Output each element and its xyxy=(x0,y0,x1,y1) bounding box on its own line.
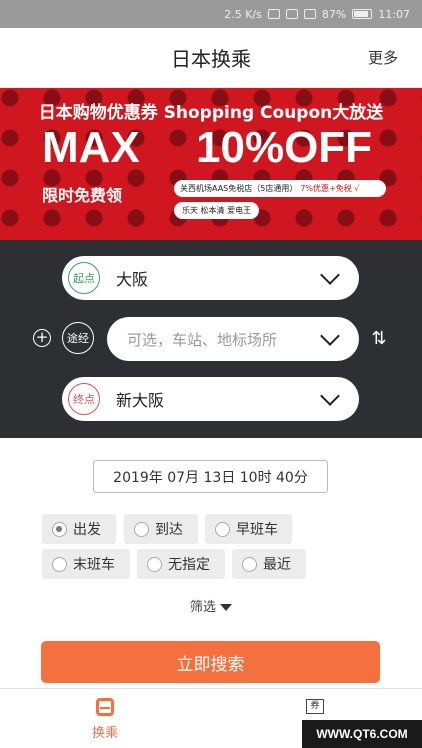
chevron-down-icon[interactable] xyxy=(320,386,340,406)
radio-icon xyxy=(52,521,67,537)
banner-store-pill: 关西机场AAS免税店（5店通用） 7%优惠+免税 √ xyxy=(174,180,386,197)
option-unspecified[interactable]: 无指定 xyxy=(137,549,225,579)
triangle-down-icon xyxy=(220,604,232,611)
option-label: 早班车 xyxy=(236,522,278,538)
to-station-value: 新大阪 xyxy=(116,391,165,410)
chevron-down-icon[interactable] xyxy=(320,326,340,346)
banner-shops: 乐天 松本清 爱电王 xyxy=(174,202,260,219)
app-header: 日本换乘 更多 xyxy=(0,28,422,88)
wifi-icon xyxy=(285,9,298,19)
option-first-train[interactable]: 早班车 xyxy=(205,514,292,544)
via-station-field[interactable]: 可选，车站、地标场所 xyxy=(107,317,359,361)
banner-limited: 限时免费领 xyxy=(42,186,123,205)
option-label: 到达 xyxy=(155,522,183,538)
chevron-down-icon[interactable] xyxy=(320,265,340,285)
option-label: 最近 xyxy=(263,557,291,573)
watermark: WWW.QT6.COM xyxy=(302,720,422,748)
battery-percent: 87% xyxy=(321,7,347,21)
option-arrive[interactable]: 到达 xyxy=(124,514,198,544)
more-button[interactable]: 更多 xyxy=(368,47,398,68)
option-nearest[interactable]: 最近 xyxy=(232,549,306,579)
clock: 11:07 xyxy=(378,7,410,21)
to-station-field[interactable]: 终点 新大阪 xyxy=(62,377,359,421)
banner-store-offer: 7%优惠+免税 √ xyxy=(300,184,360,193)
filter-toggle[interactable]: 筛选 xyxy=(0,596,422,615)
page-title: 日本换乘 xyxy=(171,47,251,71)
banner-store-line: 关西机场AAS免税店（5店通用） xyxy=(180,184,298,193)
nav-transfer-label: 换乘 xyxy=(91,725,118,741)
network-speed: 2.5 K/s xyxy=(224,7,262,21)
datetime-picker[interactable]: 2019年 07月 13日 10时 40分 xyxy=(93,460,328,493)
radio-icon xyxy=(147,556,162,572)
via-station-placeholder: 可选，车站、地标场所 xyxy=(127,330,278,349)
swap-icon[interactable]: ⇅ xyxy=(370,328,388,350)
option-label: 出发 xyxy=(73,522,101,538)
banner-discount: 10%OFF xyxy=(196,123,373,172)
search-button[interactable]: 立即搜索 xyxy=(41,641,380,683)
coupon-icon: 券 xyxy=(306,699,324,714)
option-label: 末班车 xyxy=(73,557,115,573)
from-badge: 起点 xyxy=(68,262,100,294)
radio-icon xyxy=(52,556,67,572)
banner-max: MAX xyxy=(42,123,140,172)
filter-label: 筛选 xyxy=(189,600,216,615)
battery-icon xyxy=(352,9,373,19)
from-station-value: 大阪 xyxy=(116,270,149,289)
status-bar: 2.5 K/s 87% 11:07 xyxy=(0,0,422,28)
signal-icon xyxy=(303,9,316,19)
option-last-train[interactable]: 末班车 xyxy=(42,549,130,579)
option-label: 无指定 xyxy=(168,557,210,573)
add-via-button[interactable]: + xyxy=(33,329,51,347)
radio-icon xyxy=(242,556,257,572)
radio-icon xyxy=(134,521,149,537)
to-badge: 终点 xyxy=(68,383,100,415)
nav-transfer[interactable]: 换乘 xyxy=(35,689,175,748)
option-depart[interactable]: 出发 xyxy=(42,514,116,544)
from-station-field[interactable]: 起点 大阪 xyxy=(62,256,359,300)
banner-headline: 日本购物优惠券 Shopping Coupon大放送 xyxy=(38,103,384,123)
bus-icon xyxy=(96,697,114,716)
coupon-banner[interactable]: 日本购物优惠券 Shopping Coupon大放送 MAX 10%OFF 限时… xyxy=(0,88,422,240)
via-badge: 途经 xyxy=(62,322,94,354)
alarm-icon xyxy=(267,9,280,19)
radio-icon xyxy=(215,521,230,537)
